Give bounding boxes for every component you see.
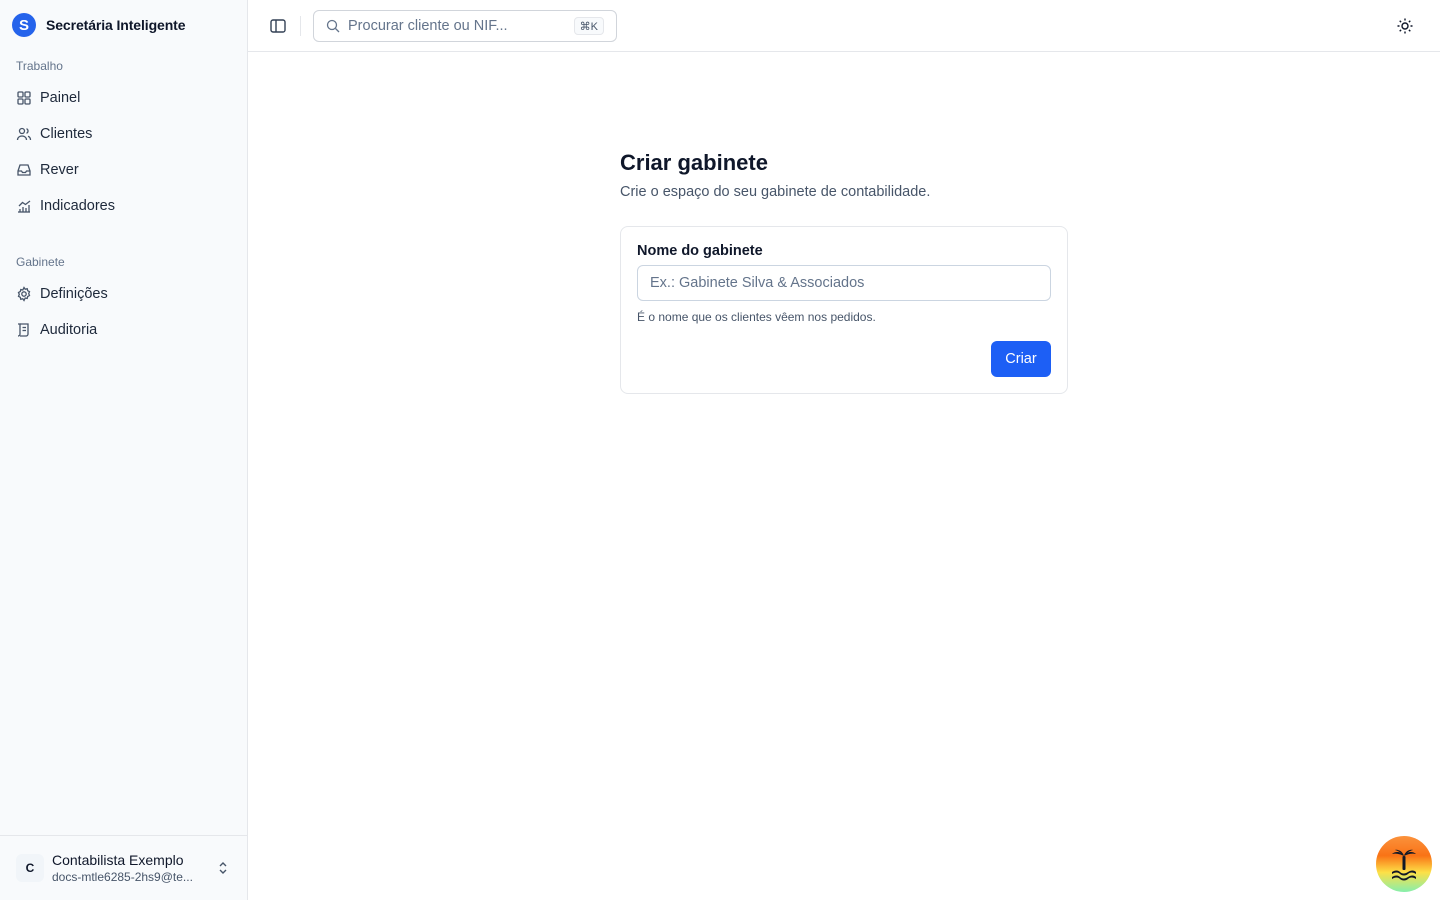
avatar: C — [16, 854, 44, 882]
sidebar-item-label: Auditoria — [40, 322, 98, 338]
office-name-hint: É o nome que os clientes vêem nos pedido… — [637, 310, 876, 324]
page-subtitle: Crie o espaço do seu gabinete de contabi… — [620, 184, 931, 200]
section-label-gabinete: Gabinete — [16, 255, 65, 269]
sidebar-item-indicadores[interactable]: Indicadores — [8, 190, 239, 222]
user-name: Contabilista Exemplo — [52, 852, 184, 868]
brand[interactable]: S Secretária Inteligente — [12, 13, 186, 37]
sidebar-item-painel[interactable]: Painel — [8, 82, 239, 114]
user-email: docs-mtle6285-2hs9@te... — [52, 870, 193, 884]
sidebar-toggle-icon[interactable] — [268, 16, 288, 36]
office-name-field[interactable] — [637, 265, 1051, 301]
inbox-icon — [16, 162, 32, 178]
topbar: Procurar cliente ou NIF... ⌘K — [248, 0, 1440, 52]
sidebar-item-label: Painel — [40, 90, 81, 106]
scroll-icon — [16, 322, 32, 338]
sidebar-item-rever[interactable]: Rever — [8, 154, 239, 186]
sidebar-item-clientes[interactable]: Clientes — [8, 118, 239, 150]
app-name: Secretária Inteligente — [46, 17, 186, 33]
search-placeholder: Procurar cliente ou NIF... — [348, 18, 508, 34]
app-logo-icon: S — [12, 13, 36, 37]
search-input[interactable]: Procurar cliente ou NIF... ⌘K — [313, 10, 617, 42]
sidebar-item-definicoes[interactable]: Definições — [8, 278, 239, 310]
section-label-trabalho: Trabalho — [16, 59, 63, 73]
chart-icon — [16, 198, 32, 214]
office-name-label: Nome do gabinete — [637, 243, 763, 259]
sidebar-item-label: Indicadores — [40, 198, 115, 214]
create-button[interactable]: Criar — [991, 341, 1051, 377]
divider — [300, 16, 301, 36]
user-menu[interactable]: C Contabilista Exemplo docs-mtle6285-2hs… — [0, 835, 247, 900]
create-office-card: Nome do gabinete É o nome que os cliente… — [620, 226, 1068, 394]
grid-icon — [16, 90, 32, 106]
sidebar-item-label: Rever — [40, 162, 79, 178]
sidebar-item-label: Clientes — [40, 126, 93, 142]
sidebar-item-label: Definições — [40, 286, 108, 302]
chevron-up-down-icon — [215, 860, 231, 876]
sidebar-item-auditoria[interactable]: Auditoria — [8, 314, 239, 346]
sidebar: S Secretária Inteligente Trabalho Painel… — [0, 0, 248, 900]
search-icon — [326, 19, 340, 33]
keyboard-shortcut: ⌘K — [573, 17, 604, 35]
sun-icon[interactable] — [1396, 17, 1414, 35]
page-title: Criar gabinete — [620, 150, 768, 175]
palm-tree-icon[interactable] — [1376, 836, 1432, 892]
gear-icon — [16, 286, 32, 302]
users-icon — [16, 126, 32, 142]
